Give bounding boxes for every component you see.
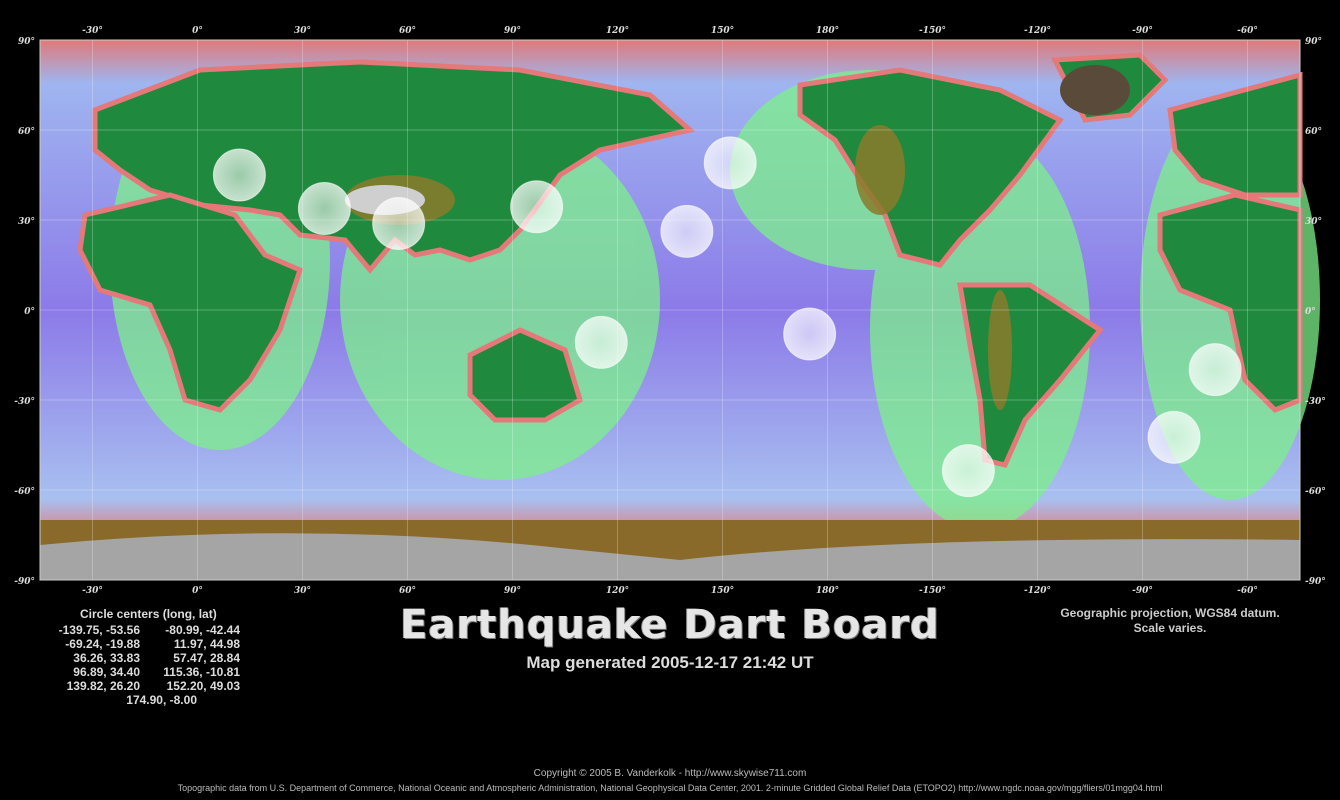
earthquake-circle: [574, 315, 628, 369]
copyright-notice: Copyright © 2005 B. Vanderkolk - http://…: [533, 768, 807, 779]
latitude-label: 0°: [24, 307, 35, 317]
longitude-label: 30°: [294, 586, 311, 596]
longitude-label: 0°: [192, 26, 203, 36]
latitude-label: 90°: [18, 37, 35, 47]
data-source-credit: Topographic data from U.S. Department of…: [177, 783, 1163, 793]
left-latitude-labels: 90° 60° 30° 0° -30° -60° -90°: [14, 37, 35, 587]
scale-note: Scale varies.: [1133, 621, 1207, 635]
longitude-label: 180°: [816, 26, 839, 36]
earthquake-circle: [941, 444, 995, 498]
projection-line: Geographic projection, WGS84 datum.: [1060, 606, 1280, 620]
right-latitude-labels: 90° 60° 30° 0° -30° -60° -90°: [1305, 37, 1326, 587]
cc-value: 174.90, -8.00: [126, 693, 197, 707]
antarctica: [40, 520, 1300, 580]
cc-row: 139.82, 26.20 152.20, 49.03: [40, 679, 280, 693]
longitude-label: 90°: [504, 26, 521, 36]
longitude-label: -90°: [1132, 586, 1153, 596]
bottom-longitude-labels: -30° 0° 30° 60° 90° 120° 150° 180° -150° -120° -90…: [82, 586, 1258, 596]
earthquake-circle: [703, 136, 757, 190]
earthquake-circle: [372, 196, 426, 250]
earthquake-circle: [212, 148, 266, 202]
earthquake-circle: [1188, 343, 1242, 397]
cc-row: 174.90, -8.00: [40, 693, 280, 707]
world-map: -30° 0° 30° 60° 90° 120° 150° 180° -150° -120° -90…: [14, 26, 1326, 596]
latitude-label: -30°: [1305, 397, 1326, 407]
map-frame: -30° 0° 30° 60° 90° 120° 150° 180° -150° -120° -90…: [14, 26, 1326, 596]
longitude-label: 120°: [606, 586, 629, 596]
longitude-label: -150°: [919, 586, 946, 596]
earthquake-circle: [660, 204, 714, 258]
longitude-label: 60°: [399, 586, 416, 596]
longitude-label: 120°: [606, 26, 629, 36]
latitude-label: -60°: [14, 487, 35, 497]
longitude-label: -90°: [1132, 26, 1153, 36]
longitude-label: -120°: [1024, 26, 1051, 36]
latitude-label: -30°: [14, 397, 35, 407]
cc-value: 139.82, 26.20: [66, 679, 140, 693]
longitude-label: -60°: [1237, 26, 1258, 36]
longitude-label: -120°: [1024, 586, 1051, 596]
longitude-label: -150°: [919, 26, 946, 36]
top-longitude-labels: -30° 0° 30° 60° 90° 120° 150° 180° -150° -120° -90…: [82, 26, 1258, 36]
cc-value: 152.20, 49.03: [166, 679, 240, 693]
longitude-label: 30°: [294, 26, 311, 36]
greenland-ice: [1060, 65, 1130, 115]
latitude-label: 60°: [1305, 127, 1322, 137]
longitude-label: 180°: [816, 586, 839, 596]
longitude-label: 0°: [192, 586, 203, 596]
longitude-label: 150°: [711, 586, 734, 596]
longitude-label: 90°: [504, 586, 521, 596]
projection-note: Geographic projection, WGS84 datum. Scal…: [1020, 606, 1320, 636]
latitude-label: 0°: [1305, 307, 1316, 317]
earthquake-circle: [510, 180, 564, 234]
longitude-label: -30°: [82, 586, 103, 596]
longitude-label: 60°: [399, 26, 416, 36]
latitude-label: 90°: [1305, 37, 1322, 47]
longitude-label: -30°: [82, 26, 103, 36]
latitude-label: 30°: [18, 217, 35, 227]
latitude-label: -60°: [1305, 487, 1326, 497]
latitude-label: 60°: [18, 127, 35, 137]
latitude-label: 30°: [1305, 217, 1322, 227]
earthquake-circle: [783, 307, 837, 361]
earthquake-circle: [1147, 410, 1201, 464]
latitude-label: -90°: [14, 577, 35, 587]
earthquake-circle: [297, 182, 351, 236]
longitude-label: -60°: [1237, 586, 1258, 596]
longitude-label: 150°: [711, 26, 734, 36]
latitude-label: -90°: [1305, 577, 1326, 587]
map-generated-timestamp: Map generated 2005-12-17 21:42 UT: [526, 653, 814, 672]
